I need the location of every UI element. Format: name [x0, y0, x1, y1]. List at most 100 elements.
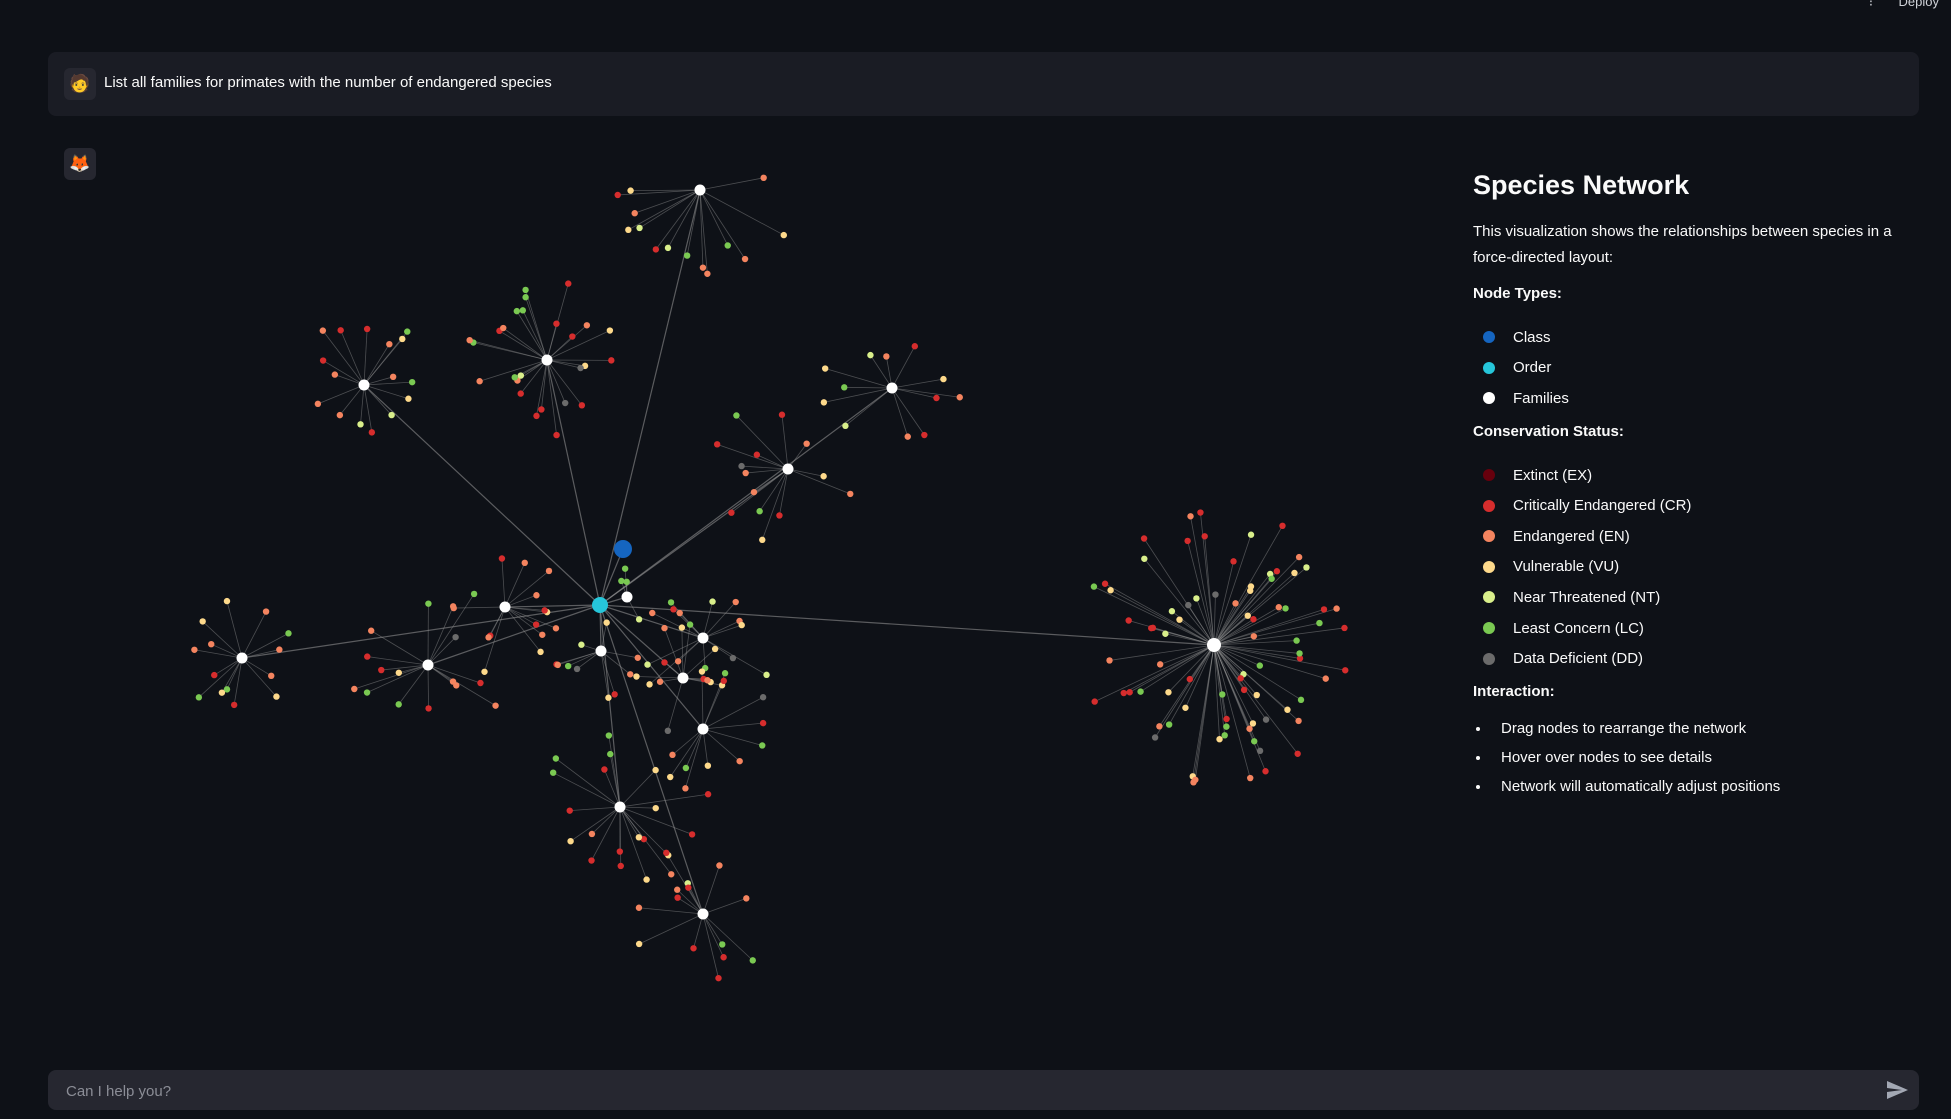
species-node[interactable] — [533, 412, 540, 420]
species-node[interactable] — [780, 231, 787, 239]
species-node[interactable] — [1341, 624, 1348, 632]
species-node[interactable] — [1247, 774, 1254, 782]
species-node[interactable] — [682, 764, 690, 772]
species-node[interactable] — [208, 640, 215, 648]
species-node[interactable] — [678, 624, 686, 631]
family-node[interactable] — [622, 592, 632, 602]
species-node[interactable] — [230, 701, 238, 709]
species-node[interactable] — [1246, 725, 1253, 732]
species-node[interactable] — [566, 807, 573, 814]
species-node[interactable] — [425, 705, 432, 712]
species-node[interactable] — [611, 691, 618, 698]
species-node[interactable] — [749, 957, 756, 964]
species-node[interactable] — [603, 619, 610, 626]
species-node[interactable] — [319, 327, 327, 334]
species-node[interactable] — [753, 451, 761, 458]
species-node[interactable] — [627, 671, 634, 678]
species-node[interactable] — [616, 848, 624, 855]
species-node[interactable] — [500, 324, 507, 332]
species-node[interactable] — [674, 658, 682, 665]
species-node[interactable] — [621, 565, 629, 572]
species-node[interactable] — [1333, 605, 1340, 612]
species-node[interactable] — [351, 685, 358, 693]
species-node[interactable] — [262, 608, 270, 615]
species-node[interactable] — [367, 627, 375, 634]
species-node[interactable] — [408, 378, 416, 386]
species-node[interactable] — [759, 719, 767, 727]
species-node[interactable] — [564, 662, 572, 670]
chat-input[interactable] — [64, 1070, 1848, 1112]
species-node[interactable] — [395, 669, 403, 676]
species-node[interactable] — [643, 876, 650, 883]
species-node[interactable] — [742, 469, 749, 477]
species-node[interactable] — [759, 694, 767, 701]
species-node[interactable] — [759, 742, 766, 749]
species-node[interactable] — [738, 621, 745, 629]
species-node[interactable] — [513, 307, 521, 315]
species-node[interactable] — [541, 607, 548, 614]
species-node[interactable] — [674, 886, 681, 893]
species-node[interactable] — [537, 648, 544, 656]
species-node[interactable] — [1216, 735, 1223, 743]
species-node[interactable] — [667, 599, 675, 606]
species-node[interactable] — [1295, 717, 1302, 725]
species-node[interactable] — [1316, 619, 1323, 627]
species-node[interactable] — [1221, 732, 1228, 739]
species-node[interactable] — [314, 400, 322, 408]
species-node[interactable] — [1240, 686, 1248, 694]
species-node[interactable] — [623, 578, 630, 585]
species-node[interactable] — [223, 597, 231, 605]
species-node[interactable] — [273, 693, 280, 700]
species-node[interactable] — [649, 609, 656, 617]
species-node[interactable] — [664, 727, 672, 735]
species-node[interactable] — [588, 857, 595, 864]
species-node[interactable] — [1294, 750, 1301, 757]
species-node[interactable] — [331, 371, 339, 378]
species-node[interactable] — [1303, 564, 1310, 571]
species-node[interactable] — [760, 174, 767, 182]
species-node[interactable] — [1140, 535, 1148, 542]
species-node[interactable] — [1090, 583, 1098, 590]
species-node[interactable] — [569, 333, 576, 340]
species-node[interactable] — [720, 954, 727, 961]
species-node[interactable] — [363, 689, 371, 696]
species-node[interactable] — [664, 244, 672, 252]
species-node[interactable] — [1282, 605, 1289, 612]
species-node[interactable] — [1244, 612, 1251, 619]
species-node[interactable] — [522, 294, 529, 301]
species-node[interactable] — [191, 646, 198, 653]
species-node[interactable] — [1137, 688, 1144, 695]
species-node[interactable] — [821, 365, 829, 372]
species-node[interactable] — [268, 672, 275, 680]
species-node[interactable] — [635, 940, 643, 948]
species-node[interactable] — [633, 673, 640, 680]
species-node[interactable] — [738, 462, 745, 470]
species-node[interactable] — [485, 634, 492, 641]
family-node[interactable] — [886, 382, 898, 394]
species-node[interactable] — [704, 677, 711, 684]
species-node[interactable] — [606, 327, 614, 334]
species-node[interactable] — [661, 659, 668, 666]
species-node[interactable] — [577, 364, 584, 372]
species-node[interactable] — [1232, 600, 1239, 607]
species-node[interactable] — [481, 668, 488, 675]
species-node[interactable] — [685, 884, 692, 891]
species-node[interactable] — [644, 661, 651, 668]
species-node[interactable] — [517, 372, 525, 379]
species-node[interactable] — [285, 630, 292, 637]
species-node[interactable] — [583, 322, 591, 329]
family-node[interactable] — [358, 379, 370, 391]
family-node[interactable] — [694, 184, 706, 196]
species-node[interactable] — [1322, 675, 1329, 682]
species-node[interactable] — [1262, 768, 1269, 775]
species-node[interactable] — [627, 187, 634, 194]
deploy-button[interactable]: Deploy — [1899, 0, 1939, 9]
species-node[interactable] — [698, 668, 706, 675]
species-node[interactable] — [498, 555, 506, 562]
species-node[interactable] — [1201, 533, 1208, 540]
species-node[interactable] — [763, 671, 770, 679]
send-icon[interactable] — [1885, 1078, 1909, 1102]
species-node[interactable] — [470, 590, 478, 598]
species-node[interactable] — [1168, 608, 1176, 615]
species-node[interactable] — [554, 661, 562, 669]
